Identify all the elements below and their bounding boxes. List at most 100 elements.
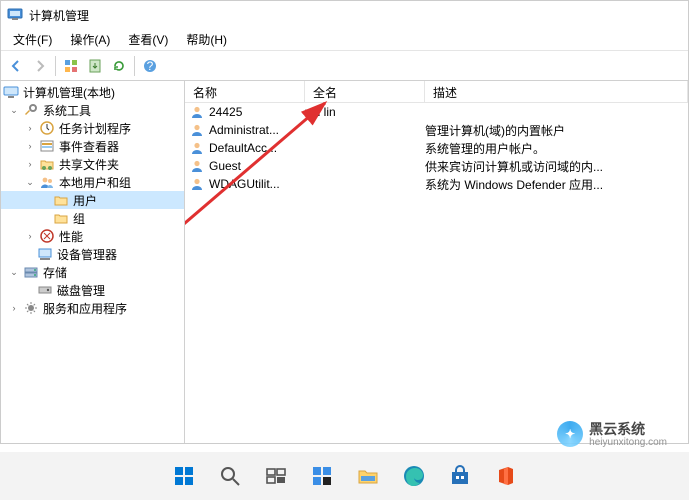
user-row[interactable]: 24425 xin lin [185, 103, 688, 121]
row-name: Administrat... [209, 123, 305, 137]
menu-view[interactable]: 查看(V) [120, 29, 176, 50]
expand-icon[interactable]: › [23, 139, 37, 153]
user-row[interactable]: WDAGUtilit... 系统为 Windows Defender 应用... [185, 175, 688, 193]
storage-icon [23, 264, 39, 280]
row-description: 系统管理的用户帐户。 [425, 140, 688, 157]
tree-label: 组 [71, 210, 87, 227]
tree-task-scheduler[interactable]: › 任务计划程序 [1, 119, 184, 137]
tree-performance[interactable]: › 性能 [1, 227, 184, 245]
tree-system-tools[interactable]: ⌄ 系统工具 [1, 101, 184, 119]
expand-icon[interactable]: ⌄ [7, 103, 21, 117]
tree-disk-management[interactable]: 磁盘管理 [1, 281, 184, 299]
computer-icon [3, 84, 19, 100]
tree-local-users-groups[interactable]: ⌄ 本地用户和组 [1, 173, 184, 191]
row-name: 24425 [209, 105, 305, 119]
svg-text:?: ? [147, 59, 154, 73]
tree-storage[interactable]: ⌄ 存储 [1, 263, 184, 281]
tree-label: 设备管理器 [55, 246, 119, 263]
tree-panel[interactable]: 计算机管理(本地) ⌄ 系统工具 › 任务计划程序 › 事件查看器 › 共享文件 [1, 81, 185, 443]
user-row[interactable]: Guest 供来宾访问计算机或访问域的内... [185, 157, 688, 175]
device-icon [37, 246, 53, 262]
list-header: 名称 全名 描述 [185, 81, 688, 103]
expand-icon[interactable]: › [23, 121, 37, 135]
expand-icon[interactable]: › [7, 301, 21, 315]
performance-icon [39, 228, 55, 244]
row-name: DefaultAcc... [209, 141, 305, 155]
events-icon [39, 138, 55, 154]
app-icon [7, 6, 23, 25]
watermark-brand: 黑云系统 [589, 421, 645, 437]
widgets-icon[interactable] [302, 456, 342, 496]
user-icon [189, 140, 205, 156]
collapse-icon[interactable]: ⌄ [23, 175, 37, 189]
edge-icon[interactable] [394, 456, 434, 496]
content-area: 计算机管理(本地) ⌄ 系统工具 › 任务计划程序 › 事件查看器 › 共享文件 [1, 81, 688, 443]
task-view-icon[interactable] [256, 456, 296, 496]
menubar: 文件(F) 操作(A) 查看(V) 帮助(H) [1, 29, 688, 51]
tree-root[interactable]: 计算机管理(本地) [1, 83, 184, 101]
expand-icon[interactable]: › [23, 157, 37, 171]
services-icon [23, 300, 39, 316]
taskbar[interactable] [0, 452, 689, 500]
menu-action[interactable]: 操作(A) [62, 29, 118, 50]
tree-label: 系统工具 [41, 102, 93, 119]
search-icon[interactable] [210, 456, 250, 496]
clock-icon [39, 120, 55, 136]
row-fullname: xin lin [305, 105, 425, 119]
tree-users[interactable]: 用户 [1, 191, 184, 209]
row-description: 供来宾访问计算机或访问域的内... [425, 158, 688, 175]
tools-icon [23, 102, 39, 118]
row-name: WDAGUtilit... [209, 177, 305, 191]
tree-shared-folders[interactable]: › 共享文件夹 [1, 155, 184, 173]
user-row[interactable]: DefaultAcc... 系统管理的用户帐户。 [185, 139, 688, 157]
office-icon[interactable] [486, 456, 526, 496]
row-description: 系统为 Windows Defender 应用... [425, 176, 688, 193]
tree-label: 共享文件夹 [57, 156, 121, 173]
explorer-icon[interactable] [348, 456, 388, 496]
toolbar: ? [1, 51, 688, 81]
tree-event-viewer[interactable]: › 事件查看器 [1, 137, 184, 155]
tree-label: 性能 [57, 228, 85, 245]
row-description: 管理计算机(域)的内置帐户 [425, 122, 688, 139]
shared-folder-icon [39, 156, 55, 172]
start-button[interactable] [164, 456, 204, 496]
folder-icon [53, 210, 69, 226]
refresh-button[interactable] [108, 55, 130, 77]
user-icon [189, 176, 205, 192]
tree-label: 事件查看器 [57, 138, 121, 155]
column-fullname[interactable]: 全名 [305, 81, 425, 102]
tree-device-manager[interactable]: 设备管理器 [1, 245, 184, 263]
row-name: Guest [209, 159, 305, 173]
watermark-url: heiyunxitong.com [589, 437, 667, 448]
user-icon [189, 122, 205, 138]
tree-label: 任务计划程序 [57, 120, 133, 137]
tree-label: 本地用户和组 [57, 174, 133, 191]
tree-label: 存储 [41, 264, 69, 281]
column-name[interactable]: 名称 [185, 81, 305, 102]
tree-services-apps[interactable]: › 服务和应用程序 [1, 299, 184, 317]
store-icon[interactable] [440, 456, 480, 496]
users-group-icon [39, 174, 55, 190]
user-row[interactable]: Administrat... 管理计算机(域)的内置帐户 [185, 121, 688, 139]
user-icon [189, 158, 205, 174]
window-title: 计算机管理 [29, 7, 89, 24]
tree-label: 用户 [71, 192, 99, 209]
list-rows: 24425 xin lin Administrat... 管理计算机(域)的内置… [185, 103, 688, 193]
tree-groups[interactable]: 组 [1, 209, 184, 227]
toolbar-separator [134, 56, 135, 76]
disk-icon [37, 282, 53, 298]
nav-back-button[interactable] [5, 55, 27, 77]
export-button[interactable] [84, 55, 106, 77]
user-icon [189, 104, 205, 120]
menu-help[interactable]: 帮助(H) [178, 29, 235, 50]
menu-file[interactable]: 文件(F) [5, 29, 60, 50]
column-description[interactable]: 描述 [425, 81, 688, 102]
collapse-icon[interactable]: ⌄ [7, 265, 21, 279]
nav-forward-button[interactable] [29, 55, 51, 77]
expand-icon[interactable]: › [23, 229, 37, 243]
toolbar-separator [55, 56, 56, 76]
list-panel[interactable]: 名称 全名 描述 24425 xin lin Administrat... 管理… [185, 81, 688, 443]
tree-label: 磁盘管理 [55, 282, 107, 299]
help-button[interactable]: ? [139, 55, 161, 77]
scope-button[interactable] [60, 55, 82, 77]
